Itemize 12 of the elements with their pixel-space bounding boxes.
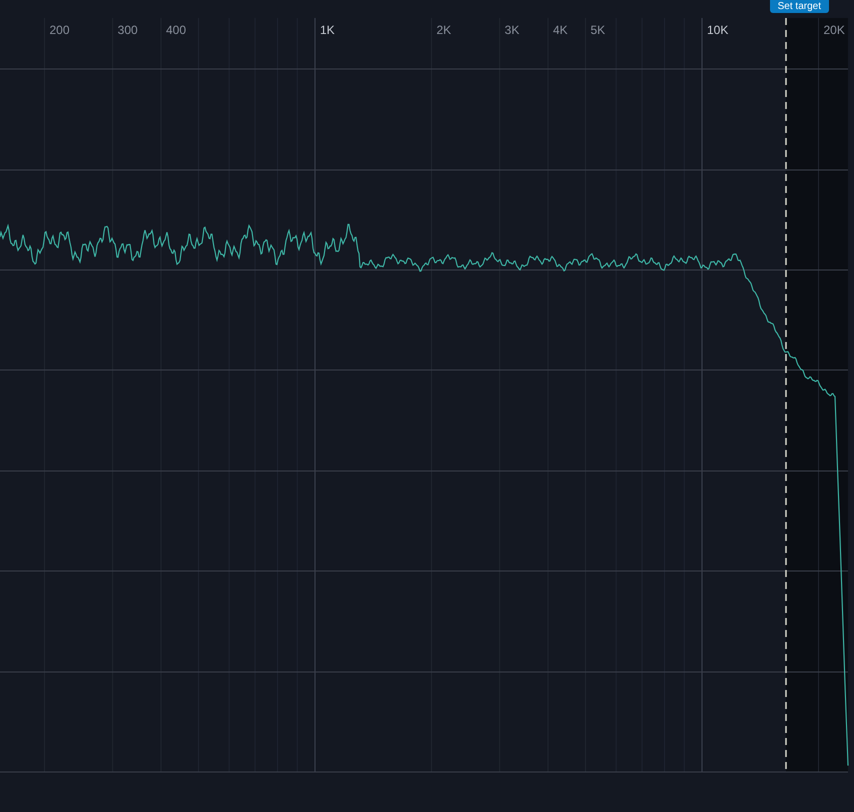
axis-tick-label: 5K bbox=[590, 23, 606, 37]
axis-tick-label: 200 bbox=[50, 23, 70, 37]
axis-tick-label: 3K bbox=[504, 23, 520, 37]
axis-tick-label: 400 bbox=[166, 23, 186, 37]
axis-tick-label: 1K bbox=[320, 23, 335, 37]
axis-tick-label: 10K bbox=[707, 23, 728, 37]
cutoff-marker-line[interactable] bbox=[785, 18, 787, 772]
set-target-button[interactable]: Set target bbox=[770, 0, 829, 13]
axis-tick-label: 2K bbox=[436, 23, 452, 37]
axis-tick-label: 20K bbox=[824, 23, 845, 37]
axis-tick-label: 4K bbox=[553, 23, 568, 37]
axis-tick-label: 300 bbox=[118, 23, 138, 37]
